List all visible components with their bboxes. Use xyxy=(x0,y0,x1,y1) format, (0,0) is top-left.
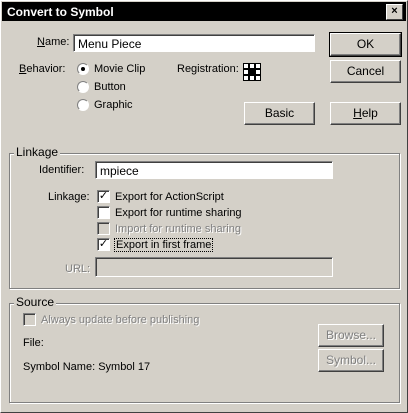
file-label: File: xyxy=(23,337,44,349)
export-actionscript-checkbox[interactable]: ✓ xyxy=(97,190,110,203)
identifier-field[interactable]: mpiece xyxy=(95,161,333,179)
url-field xyxy=(95,257,333,277)
linkage-legend: Linkage xyxy=(14,145,61,159)
close-button[interactable]: × xyxy=(386,4,403,20)
cancel-button[interactable]: Cancel xyxy=(330,60,401,83)
ok-button[interactable]: OK xyxy=(329,32,402,57)
linkage-label: Linkage: xyxy=(48,191,90,203)
identifier-label: Identifier: xyxy=(39,164,85,176)
convert-to-symbol-dialog: Convert to Symbol × Name: Menu Piece Beh… xyxy=(0,0,408,413)
help-button[interactable]: Help xyxy=(330,102,401,125)
always-update-label: Always update before publishing xyxy=(41,314,200,326)
name-field[interactable]: Menu Piece xyxy=(73,34,315,52)
basic-button[interactable]: Basic xyxy=(244,102,315,125)
export-runtime-sharing-checkbox[interactable] xyxy=(97,206,110,219)
symbol-button: Symbol... xyxy=(318,349,384,372)
registration-point[interactable] xyxy=(255,75,261,81)
export-first-frame-checkbox[interactable]: ✓ xyxy=(97,238,110,251)
behavior-movie-clip-label[interactable]: Movie Clip xyxy=(94,63,145,75)
export-actionscript-label[interactable]: Export for ActionScript xyxy=(115,191,224,203)
window-title: Convert to Symbol xyxy=(7,5,114,19)
import-runtime-sharing-label: Import for runtime sharing xyxy=(115,223,241,235)
registration-label: Registration: xyxy=(177,63,239,75)
url-label: URL: xyxy=(65,263,91,275)
import-runtime-sharing-checkbox xyxy=(97,222,110,235)
export-runtime-sharing-label[interactable]: Export for runtime sharing xyxy=(115,207,242,219)
source-legend: Source xyxy=(14,295,57,309)
always-update-checkbox xyxy=(23,313,36,326)
browse-button: Browse... xyxy=(318,324,384,347)
export-first-frame-label[interactable]: Export in first frame xyxy=(114,238,214,252)
name-label: Name: xyxy=(37,36,70,48)
behavior-button-radio[interactable] xyxy=(77,81,89,93)
title-bar: Convert to Symbol × xyxy=(2,2,406,21)
registration-grid-icon[interactable] xyxy=(243,63,261,81)
behavior-movie-clip-radio[interactable] xyxy=(77,63,89,75)
behavior-graphic-label[interactable]: Graphic xyxy=(94,99,133,111)
radio-selected-dot xyxy=(81,67,85,71)
symbol-name-label: Symbol Name: Symbol 17 xyxy=(23,361,151,373)
behavior-graphic-radio[interactable] xyxy=(77,99,89,111)
behavior-button-label[interactable]: Button xyxy=(94,81,126,93)
behavior-label: Behavior: xyxy=(19,63,66,75)
